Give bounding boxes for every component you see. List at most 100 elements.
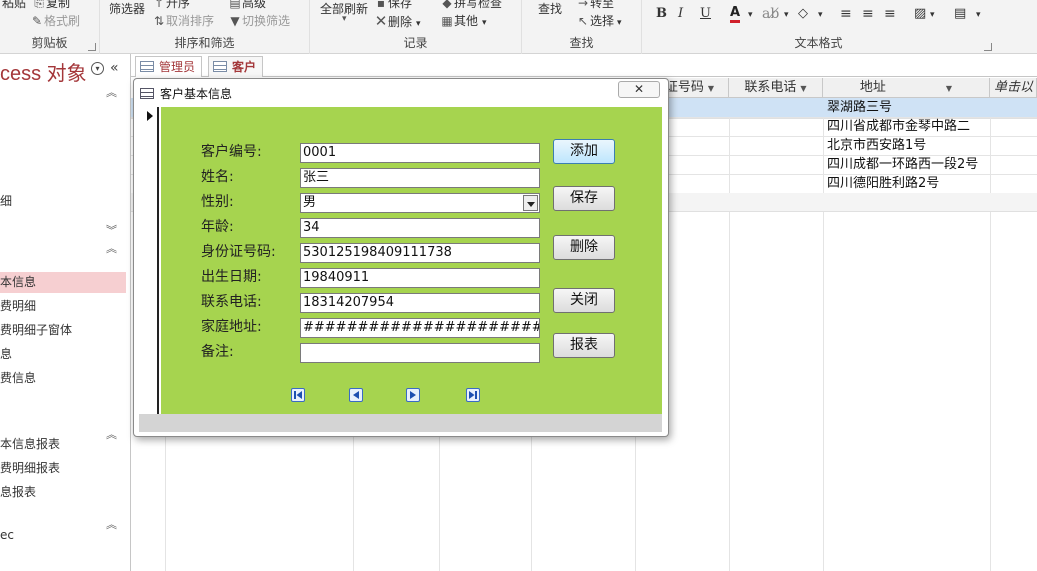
copy-icon: ⎘ — [34, 0, 44, 10]
field-input[interactable]: ######################## — [300, 318, 540, 338]
address-cell[interactable]: 北京市西安路1号 — [823, 136, 990, 155]
group-expand-icon[interactable]: ︾ — [106, 222, 117, 238]
address-cell[interactable]: 翠湖路三号 — [823, 98, 990, 117]
address-cell[interactable]: 四川省成都市金琴中路二 — [823, 117, 990, 136]
remove-sort-button[interactable]: ⇅ 取消排序 — [152, 12, 214, 29]
field-input[interactable]: 18314207954 — [300, 293, 540, 313]
ascending-button[interactable]: ↑ 升序 — [152, 0, 190, 11]
tab-customer[interactable]: 客户 — [208, 56, 264, 77]
delete-dropdown-icon: ▾ — [416, 19, 421, 29]
align-center-icon[interactable]: ≡ — [862, 6, 874, 22]
address-cell[interactable]: 四川成都一环路西一段2号 — [823, 155, 990, 174]
nav-collapse-button[interactable]: « — [110, 60, 119, 76]
highlight-dropdown-icon[interactable]: ▾ — [784, 10, 789, 20]
column-header-address[interactable]: 地址 ▼ — [823, 78, 990, 98]
field-input[interactable]: 0001 — [300, 143, 540, 163]
close-button[interactable]: 关闭 — [553, 288, 615, 313]
nav-pane-title[interactable]: cess 对象 — [0, 57, 87, 86]
copy-button[interactable]: ⎘ 复制 — [32, 0, 70, 11]
align-left-icon[interactable]: ≡ — [840, 6, 852, 22]
alt-row-color-icon[interactable]: ▤ — [954, 6, 966, 21]
delete-button[interactable]: 删除 — [553, 235, 615, 260]
copy-label: 复制 — [46, 0, 71, 10]
nav-item[interactable]: 费信息 — [0, 368, 126, 389]
field-input[interactable] — [300, 343, 540, 363]
fill-dropdown-icon[interactable]: ▾ — [818, 10, 823, 20]
fill-color-icon[interactable]: ◇ — [798, 6, 808, 21]
bold-button[interactable]: B — [656, 6, 667, 21]
underline-button[interactable]: U — [700, 6, 711, 21]
more-grid-icon: ▦ — [441, 14, 453, 28]
address-cell[interactable]: 四川德阳胜利路2号 — [823, 174, 990, 193]
field-input[interactable]: 34 — [300, 218, 540, 238]
column-dropdown-icon[interactable]: ▼ — [946, 84, 952, 93]
first-record-button[interactable] — [291, 388, 305, 402]
table-icon — [213, 61, 227, 72]
field-label: 性别: — [201, 194, 234, 210]
dropdown-arrow-icon[interactable] — [523, 195, 538, 211]
advanced-filter-icon: ▤ — [229, 0, 241, 10]
column-dropdown-icon[interactable]: ▼ — [708, 84, 714, 93]
italic-button[interactable]: I — [678, 6, 683, 21]
previous-record-button[interactable] — [349, 388, 363, 402]
nav-item[interactable]: 息 — [0, 344, 126, 365]
font-color-dropdown-icon[interactable]: ▾ — [748, 10, 753, 20]
next-record-button[interactable] — [406, 388, 420, 402]
tab-customer-label: 客户 — [232, 60, 257, 74]
gridlines-dropdown-icon[interactable]: ▾ — [930, 10, 935, 20]
delete-record-button[interactable]: ✕删除 ▾ — [374, 12, 421, 30]
alt-row-dropdown-icon[interactable]: ▾ — [976, 10, 981, 20]
toggle-filter-button[interactable]: ▼ 切换筛选 — [228, 12, 290, 29]
more-button[interactable]: ▦其他 ▾ — [440, 12, 486, 29]
format-painter-button[interactable]: ✎ 格式刷 — [30, 12, 80, 29]
sort-filter-group-label: 排序和筛选 — [174, 36, 235, 50]
column-header-add-new[interactable]: 单击以 — [990, 78, 1037, 98]
nav-item[interactable]: 本信息报表 — [0, 434, 126, 455]
report-button[interactable]: 报表 — [553, 333, 615, 358]
refresh-dropdown-icon[interactable]: ▾ — [342, 14, 347, 24]
tab-admin[interactable]: 管理员 — [135, 56, 203, 77]
close-window-button[interactable]: ✕ — [618, 81, 660, 98]
group-collapse-icon[interactable]: ︽ — [106, 240, 117, 256]
nav-item[interactable]: ec — [0, 525, 126, 546]
font-color-button[interactable]: A — [730, 6, 741, 23]
nav-item[interactable]: 费明细报表 — [0, 458, 126, 479]
filter-button[interactable]: 筛选器 — [109, 0, 145, 17]
spelling-icon: ◆ — [442, 0, 452, 10]
spelling-button[interactable]: ◆ 拼写检查 — [440, 0, 502, 11]
nav-item[interactable]: 本信息 — [0, 272, 126, 293]
text-format-launcher-icon[interactable] — [984, 43, 992, 51]
group-collapse-icon[interactable]: ︽ — [106, 84, 117, 100]
save-button[interactable]: 保存 — [553, 186, 615, 211]
field-input[interactable]: 19840911 — [300, 268, 540, 288]
text-format-group-label: 文本格式 — [794, 36, 843, 50]
save-record-button[interactable]: ▪ 保存 — [374, 0, 412, 11]
navigation-pane: cess 对象 ▾ « ︽ ︾ ︽ ︽ ︽ 细本信息 费明细 费明细子窗体息费信息本… — [0, 54, 131, 571]
next-record-icon — [410, 391, 416, 399]
clipboard-launcher-icon[interactable] — [88, 43, 96, 51]
nav-dropdown-icon[interactable]: ▾ — [91, 62, 104, 75]
nav-item[interactable]: 息报表 — [0, 482, 126, 503]
field-value: 张三 — [303, 170, 330, 185]
record-selector[interactable] — [139, 107, 159, 414]
advanced-button[interactable]: ▤高级 — [228, 0, 266, 11]
nav-item[interactable]: 细 — [0, 191, 126, 212]
gridlines-icon[interactable]: ▨ — [914, 6, 926, 21]
goto-button[interactable]: → 转至 — [576, 0, 614, 11]
nav-item[interactable]: 费明细 — [0, 296, 126, 317]
records-group-label: 记录 — [403, 36, 428, 50]
nav-item[interactable]: 费明细子窗体 — [0, 320, 126, 341]
column-header-phone[interactable]: 联系电话 ▼ — [729, 78, 823, 98]
field-input[interactable]: 530125198409111738 — [300, 243, 540, 263]
gender-combobox[interactable]: 男 — [300, 193, 540, 213]
last-record-button[interactable] — [466, 388, 480, 402]
align-right-icon[interactable]: ≡ — [884, 6, 896, 22]
add-button[interactable]: 添加 — [553, 139, 615, 164]
paste-button[interactable]: 粘贴 — [2, 0, 26, 11]
select-button[interactable]: ↖ 选择 ▾ — [576, 12, 622, 29]
highlight-icon[interactable]: ab̸ — [762, 6, 779, 22]
field-input[interactable]: 张三 — [300, 168, 540, 188]
find-button[interactable]: 查找 — [538, 0, 562, 17]
column-dropdown-icon[interactable]: ▼ — [800, 84, 806, 93]
last-record-icon — [469, 391, 477, 399]
